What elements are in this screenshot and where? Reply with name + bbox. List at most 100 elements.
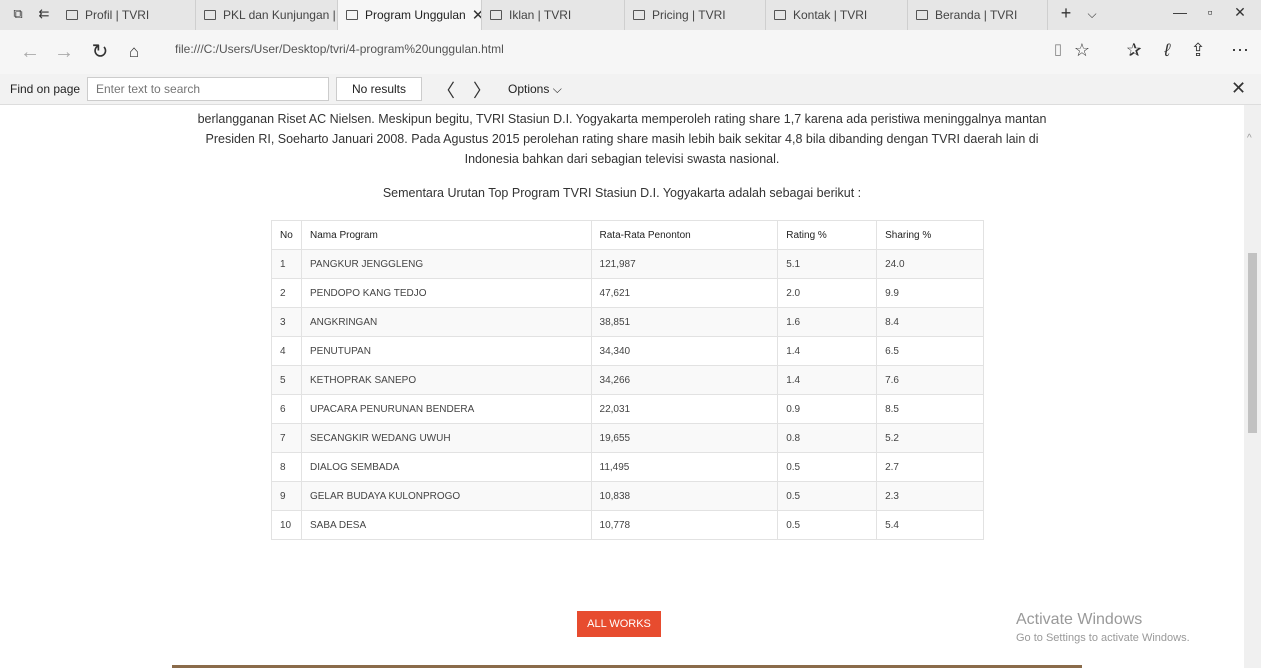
table-cell: PENDOPO KANG TEDJO	[300, 278, 592, 308]
favorites-hub-icon[interactable]: ✰	[1122, 40, 1146, 61]
scroll-up-icon[interactable]: ^	[1247, 133, 1252, 144]
table-row: 4 PENUTUPAN 34,340 1.4 6.5	[271, 336, 984, 366]
new-tab-icon[interactable]: +	[1058, 4, 1074, 22]
find-input[interactable]	[87, 77, 329, 101]
table-cell: 11,495	[590, 452, 779, 482]
table-cell: 38,851	[590, 307, 779, 337]
tab-label: Beranda | TVRI	[935, 8, 1018, 22]
paragraph-line: Presiden RI, Soeharto Januari 2008. Pada…	[205, 132, 1039, 146]
find-previous-icon[interactable]: 〈	[436, 77, 456, 103]
table-cell: 7	[271, 423, 302, 453]
table-row: 8 DIALOG SEMBADA 11,495 0.5 2.7	[271, 452, 984, 482]
tab-iklan[interactable]: Iklan | TVRI	[482, 0, 625, 30]
watermark-title: Activate Windows	[1016, 611, 1143, 628]
table-cell: 5.4	[876, 510, 984, 540]
table-cell: 2	[271, 278, 302, 308]
table-cell: 24.0	[876, 249, 984, 279]
close-tab-icon[interactable]: ✕	[472, 6, 481, 24]
find-options-label: Options	[508, 82, 550, 96]
table-cell: 0.9	[777, 394, 878, 424]
table-header-row: No Nama Program Rata-Rata Penonton Ratin…	[271, 220, 984, 250]
table-cell: 10,778	[590, 510, 779, 540]
program-table: No Nama Program Rata-Rata Penonton Ratin…	[271, 220, 984, 540]
maximize-icon[interactable]: ▫	[1195, 4, 1225, 20]
table-row: 1 PANGKUR JENGGLENG 121,987 5.1 24.0	[271, 249, 984, 279]
column-header: Rating %	[777, 220, 878, 250]
table-cell: 5.1	[777, 249, 878, 279]
table-intro: Sementara Urutan Top Program TVRI Stasiu…	[382, 186, 862, 200]
back-arrow-icon[interactable]: ←	[18, 41, 42, 63]
close-window-icon[interactable]: ✕	[1225, 4, 1255, 21]
tab-pricing[interactable]: Pricing | TVRI	[625, 0, 766, 30]
table-cell: 7.6	[876, 365, 984, 395]
scrollbar-thumb[interactable]	[1248, 253, 1257, 433]
table-cell: 1.6	[777, 307, 878, 337]
address-bar: ← → ↻ ⌂ file:///C:/Users/User/Desktop/tv…	[0, 30, 1261, 74]
set-aside-tabs-icon[interactable]: ⧉	[10, 6, 26, 22]
tab-label: Kontak | TVRI	[793, 8, 868, 22]
tab-profil[interactable]: Profil | TVRI	[58, 0, 196, 30]
tab-label: PKL dan Kunjungan | TV	[223, 8, 337, 22]
minimize-icon[interactable]: —	[1165, 4, 1195, 20]
page-content: berlangganan Riset AC Nielsen. Meskipun …	[0, 105, 1244, 668]
find-next-icon[interactable]: 〉	[472, 77, 492, 103]
table-cell: 0.5	[777, 510, 878, 540]
table-cell: 121,987	[590, 249, 779, 279]
table-row: 3 ANGKRINGAN 38,851 1.6 8.4	[271, 307, 984, 337]
find-label: Find on page	[10, 82, 81, 96]
table-cell: 8.5	[876, 394, 984, 424]
table-cell: 6.5	[876, 336, 984, 366]
tab-label: Iklan | TVRI	[509, 8, 572, 22]
table-cell: PANGKUR JENGGLENG	[300, 249, 592, 279]
table-cell: 34,266	[590, 365, 779, 395]
table-cell: 8	[271, 452, 302, 482]
all-works-button[interactable]: ALL WORKS	[577, 611, 661, 637]
table-cell: SECANGKIR WEDANG UWUH	[300, 423, 592, 453]
table-cell: 5	[271, 365, 302, 395]
forward-arrow-icon[interactable]: →	[52, 41, 76, 63]
table-cell: 1	[271, 249, 302, 279]
tab-bar: ⧉ ⇇ Profil | TVRI PKL dan Kunjungan | TV…	[0, 0, 1261, 30]
page-icon	[916, 10, 928, 20]
column-header: Nama Program	[300, 220, 592, 250]
column-header: Rata-Rata Penonton	[590, 220, 779, 250]
table-cell: 10,838	[590, 481, 779, 511]
chevron-down-icon[interactable]: ⌵	[1084, 6, 1100, 22]
table-row: 6 UPACARA PENURUNAN BENDERA 22,031 0.9 8…	[271, 394, 984, 424]
table-cell: 4	[271, 336, 302, 366]
refresh-icon[interactable]: ↻	[88, 41, 112, 63]
close-find-icon[interactable]: ✕	[1231, 78, 1246, 99]
paragraph-line: Indonesia bahkan dari sebagian televisi …	[464, 152, 780, 166]
table-row: 10 SABA DESA 10,778 0.5 5.4	[271, 510, 984, 540]
table-cell: GELAR BUDAYA KULONPROGO	[300, 481, 592, 511]
home-icon[interactable]: ⌂	[122, 41, 146, 63]
table-cell: 2.7	[876, 452, 984, 482]
table-cell: DIALOG SEMBADA	[300, 452, 592, 482]
table-cell: 2.0	[777, 278, 878, 308]
find-options-button[interactable]: Options ⌵	[508, 82, 562, 97]
table-cell: 9	[271, 481, 302, 511]
table-cell: 0.8	[777, 423, 878, 453]
tab-label: Program Unggulan	[365, 8, 466, 22]
table-cell: UPACARA PENURUNAN BENDERA	[300, 394, 592, 424]
tab-pkl[interactable]: PKL dan Kunjungan | TV	[196, 0, 338, 30]
more-icon[interactable]: ⋯	[1228, 40, 1252, 61]
table-cell: SABA DESA	[300, 510, 592, 540]
table-cell: 3	[271, 307, 302, 337]
tab-kontak[interactable]: Kontak | TVRI	[766, 0, 908, 30]
page-icon	[633, 10, 645, 20]
web-note-icon[interactable]: ℓ	[1155, 40, 1179, 61]
tab-program-unggulan[interactable]: Program Unggulan ✕	[338, 0, 482, 30]
favorite-star-icon[interactable]: ☆	[1070, 40, 1094, 61]
vertical-scrollbar[interactable]: ^	[1244, 105, 1261, 668]
tab-label: Profil | TVRI	[85, 8, 150, 22]
tabs-aside-icon[interactable]: ⇇	[36, 6, 52, 22]
table-cell: 34,340	[590, 336, 779, 366]
table-cell: 10	[271, 510, 302, 540]
url-field[interactable]: file:///C:/Users/User/Desktop/tvri/4-pro…	[175, 42, 504, 56]
tab-beranda[interactable]: Beranda | TVRI	[908, 0, 1048, 30]
table-cell: 22,031	[590, 394, 779, 424]
reading-view-icon[interactable]: ▯	[1046, 40, 1070, 58]
page-icon	[66, 10, 78, 20]
share-icon[interactable]: ⇪	[1186, 40, 1210, 61]
